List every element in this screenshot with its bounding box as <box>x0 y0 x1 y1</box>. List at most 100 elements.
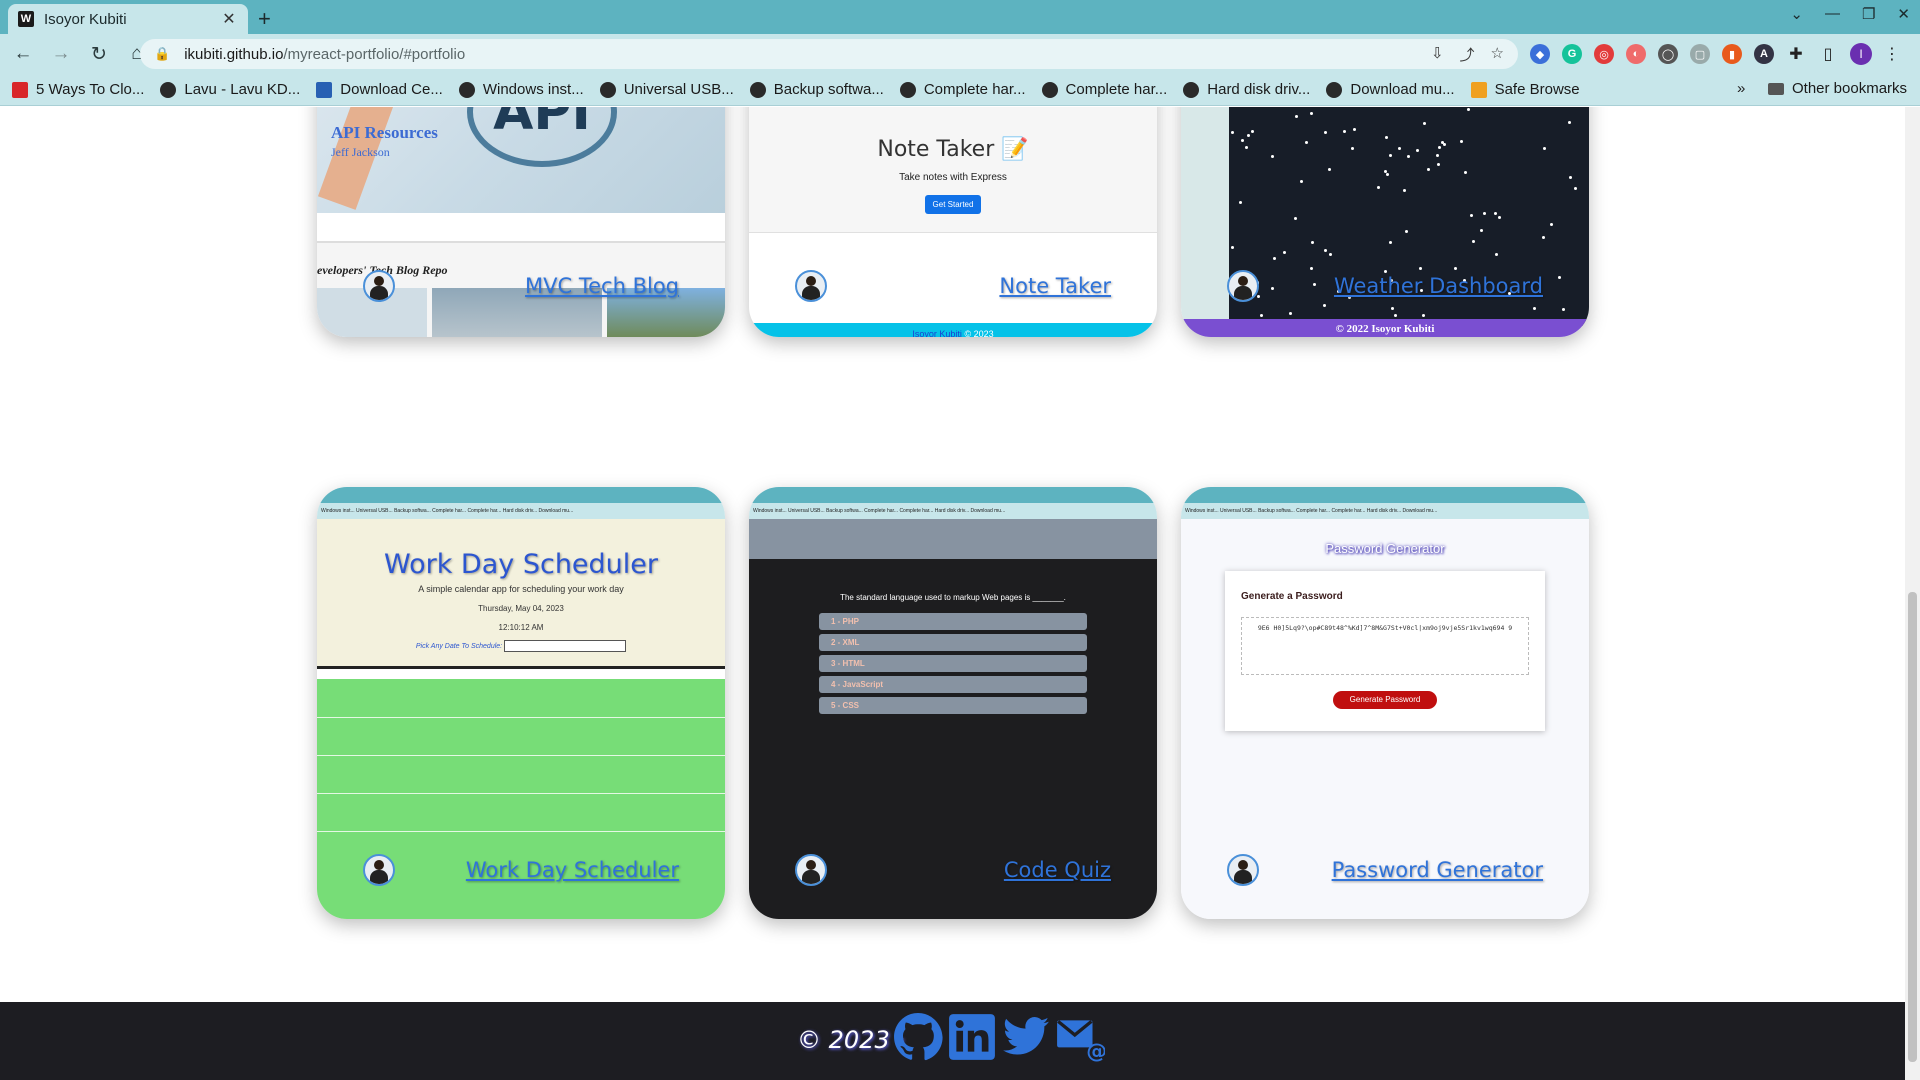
extension-7-icon[interactable]: ▮ <box>1722 44 1742 64</box>
extension-4-icon[interactable]: ◐ <box>1626 44 1646 64</box>
page-scrollbar[interactable] <box>1905 107 1920 1080</box>
url-path: /myreact-portfolio/#portfolio <box>283 45 466 63</box>
password-preview-button: Generate Password <box>1333 691 1437 709</box>
tab-active[interactable]: W Isoyor Kubiti ✕ <box>8 4 248 34</box>
project-link-code-quiz[interactable]: Code Quiz <box>1004 858 1111 882</box>
bookmark-item[interactable]: Hard disk driv... <box>1183 81 1310 98</box>
project-card-code-quiz[interactable]: Windows inst... Universal USB... Backup … <box>749 487 1157 919</box>
password-preview-title: Password Generator <box>1325 541 1445 556</box>
bookmark-item[interactable]: Lavu - Lavu KD... <box>160 81 300 98</box>
project-card-work-day-scheduler[interactable]: Windows inst... Universal USB... Backup … <box>317 487 725 919</box>
extensions-puzzle-icon[interactable]: ✚ <box>1786 44 1806 64</box>
avatar <box>795 854 827 886</box>
project-link-weather-dashboard[interactable]: Weather Dashboard <box>1334 274 1543 298</box>
extension-3-icon[interactable]: ◎ <box>1594 44 1614 64</box>
minimize-icon[interactable]: — <box>1825 5 1840 23</box>
scrollbar-thumb[interactable] <box>1908 592 1917 1062</box>
grammarly-icon[interactable]: G <box>1562 44 1582 64</box>
star <box>1460 140 1463 143</box>
api-caption-2: Jeff Jackson <box>331 145 390 159</box>
linkedin-icon[interactable] <box>947 1012 997 1062</box>
email-icon[interactable]: @ <box>1055 1012 1105 1062</box>
avatar <box>795 270 827 302</box>
extension-5-icon[interactable]: ◯ <box>1658 44 1678 64</box>
site-info-icon[interactable]: 🔒 <box>154 46 170 62</box>
quiz-option: 1 - PHP <box>819 613 1087 630</box>
star <box>1385 136 1388 139</box>
project-link-password-generator[interactable]: Password Generator <box>1332 858 1543 882</box>
star <box>1283 251 1286 254</box>
address-bar[interactable]: 🔒 ikubiti.github.io /myreact-portfolio/#… <box>140 39 1518 69</box>
scheduler-title: Work Day Scheduler <box>383 549 659 580</box>
api-preview-image: API API Resources Jeff Jackson <box>317 107 725 213</box>
extension-6-icon[interactable]: ▢ <box>1690 44 1710 64</box>
share-icon[interactable]: ⤴ <box>1460 44 1475 65</box>
close-tab-icon[interactable]: ✕ <box>220 9 238 29</box>
restore-icon[interactable]: ❐ <box>1862 5 1875 23</box>
star <box>1574 187 1577 190</box>
bookmark-favicon-icon <box>899 81 916 98</box>
project-card-note-taker[interactable]: Note Taker 📝 Take notes with Express Get… <box>749 107 1157 337</box>
github-icon[interactable] <box>893 1012 943 1062</box>
bookmark-item[interactable]: Windows inst... <box>458 81 584 98</box>
card-footer: MVC Tech Blog <box>317 255 725 317</box>
bookmark-label: Download Ce... <box>340 81 443 98</box>
star <box>1423 122 1426 125</box>
side-panel-icon[interactable]: ▯ <box>1818 44 1838 64</box>
footer-copyright: © 2023 · <box>797 1026 905 1054</box>
star <box>1324 131 1327 134</box>
extension-1-icon[interactable]: ◆ <box>1530 44 1550 64</box>
star <box>1271 155 1274 158</box>
note-preview-subtitle: Take notes with Express <box>899 172 1007 183</box>
project-card-weather-dashboard[interactable]: © 2022 Isoyor Kubiti Weather Dashboard <box>1181 107 1589 337</box>
tab-strip: W Isoyor Kubiti ✕ + ⌄ — ❐ ✕ <box>0 0 1920 34</box>
bookmark-item[interactable]: 5 Ways To Clo... <box>12 81 144 98</box>
project-card-password-generator[interactable]: Windows inst... Universal USB... Backup … <box>1181 487 1589 919</box>
bookmark-item[interactable]: Download mu... <box>1326 81 1455 98</box>
bookmark-item[interactable]: Safe Browse <box>1470 81 1580 98</box>
project-link-mvc-tech-blog[interactable]: MVC Tech Blog <box>525 274 679 298</box>
back-icon[interactable]: ← <box>8 43 38 65</box>
quiz-option: 3 - HTML <box>819 655 1087 672</box>
project-link-note-taker[interactable]: Note Taker <box>999 274 1111 298</box>
tab-search-icon[interactable]: ⌄ <box>1790 5 1803 23</box>
bookmark-favicon-icon <box>1326 81 1343 98</box>
project-card-mvc-tech-blog[interactable]: API API Resources Jeff Jackson evelopers… <box>317 107 725 337</box>
star <box>1311 241 1314 244</box>
forward-icon[interactable]: → <box>46 43 76 65</box>
quiz-option: 5 - CSS <box>819 697 1087 714</box>
star <box>1310 112 1313 115</box>
bookmark-item[interactable]: Universal USB... <box>599 81 734 98</box>
extension-8-icon[interactable]: A <box>1754 44 1774 64</box>
bookmark-item[interactable]: Complete har... <box>899 81 1026 98</box>
star <box>1398 147 1401 150</box>
bookmark-item[interactable]: Complete har... <box>1041 81 1167 98</box>
browser-menu-icon[interactable]: ⋮ <box>1884 44 1900 64</box>
quiz-question: The standard language used to markup Web… <box>840 593 1066 602</box>
bookmark-star-icon[interactable]: ☆ <box>1491 44 1504 65</box>
install-app-icon[interactable]: ⇩ <box>1431 44 1444 65</box>
bookmark-item[interactable]: Backup softwa... <box>749 81 884 98</box>
star <box>1550 223 1553 226</box>
other-bookmarks-folder[interactable]: Other bookmarks <box>1768 80 1907 97</box>
star <box>1436 154 1439 157</box>
avatar <box>363 270 395 302</box>
svg-text:@: @ <box>1086 1039 1105 1062</box>
profile-avatar[interactable]: I <box>1850 43 1872 65</box>
twitter-icon[interactable] <box>1001 1012 1051 1062</box>
star <box>1241 139 1244 142</box>
bookmark-item[interactable]: Download Ce... <box>316 81 443 98</box>
avatar <box>1227 270 1259 302</box>
bookmark-label: Universal USB... <box>623 81 734 98</box>
star <box>1441 141 1444 144</box>
close-window-icon[interactable]: ✕ <box>1897 5 1910 23</box>
project-link-work-day-scheduler[interactable]: Work Day Scheduler <box>466 858 679 882</box>
star <box>1324 249 1327 252</box>
star <box>1386 173 1389 176</box>
star <box>1569 176 1572 179</box>
new-tab-button[interactable]: + <box>258 6 271 32</box>
api-caption: API Resources <box>331 123 438 142</box>
star <box>1494 212 1497 215</box>
reload-icon[interactable]: ↻ <box>84 43 114 66</box>
more-bookmarks-button[interactable]: » <box>1737 80 1745 97</box>
